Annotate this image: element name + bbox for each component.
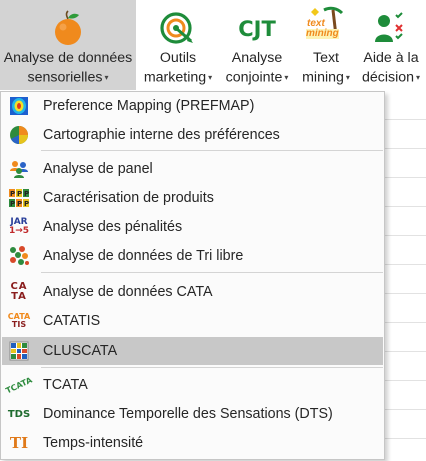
menu-item-label: Temps-intensité xyxy=(43,435,144,451)
orange-fruit-icon xyxy=(53,0,83,46)
sensory-dropdown-menu: Preference Mapping (PREFMAP) Cartographi… xyxy=(0,91,385,460)
cluscata-icon xyxy=(8,340,30,362)
text-mining-label-line1: Text xyxy=(312,50,340,66)
menu-item-label: TCATA xyxy=(43,377,88,393)
menu-item-label: CATATIS xyxy=(43,313,101,329)
grid-line xyxy=(385,148,426,149)
menu-item-label: Analyse de données de Tri libre xyxy=(43,248,244,264)
menu-item-label: Preference Mapping (PREFMAP) xyxy=(43,98,255,114)
grid-line xyxy=(385,119,426,120)
menu-item-internal-mapping[interactable]: Cartographie interne des préférences xyxy=(2,121,383,149)
free-sorting-icon xyxy=(8,245,30,267)
svg-text:P: P xyxy=(10,200,15,208)
menu-item-label: Dominance Temporelle des Sensations (DTS… xyxy=(43,406,333,422)
target-icon xyxy=(160,0,196,46)
grid-line xyxy=(385,293,426,294)
dropdown-caret-icon: ▾ xyxy=(345,73,350,82)
sensory-label-line1: Analyse de données xyxy=(3,50,133,66)
prefmap-icon xyxy=(8,95,30,117)
text-mining-button[interactable]: text mining Text mining ▾ xyxy=(296,0,356,90)
conjoint-label-line1: Analyse xyxy=(231,50,283,66)
spreadsheet-grid xyxy=(385,91,426,461)
decision-person-icon xyxy=(374,0,408,46)
conjoint-label-line2: conjointe xyxy=(225,69,283,86)
menu-item-catatis[interactable]: CATA TIS CATATIS xyxy=(2,307,383,335)
menu-item-cata[interactable]: CA TA Analyse de données CATA xyxy=(2,278,383,306)
cata-icon: CA TA xyxy=(10,281,28,302)
grid-line xyxy=(385,264,426,265)
ti-icon: TI xyxy=(9,434,29,452)
svg-text:P: P xyxy=(17,190,22,198)
menu-separator xyxy=(41,150,383,151)
menu-item-label: Analyse de panel xyxy=(43,161,153,177)
panel-people-icon xyxy=(8,158,30,180)
ribbon-toolbar: Analyse de données sensorielles ▾ Outils … xyxy=(0,0,426,92)
menu-item-label: Cartographie interne des préférences xyxy=(43,127,280,143)
sensory-label-line2: sensorielles xyxy=(27,69,103,86)
menu-item-penalty-analysis[interactable]: JAR 1→5 Analyse des pénalités xyxy=(2,213,383,241)
product-p-icon: P P P P P P xyxy=(8,187,30,209)
dropdown-caret-icon: ▾ xyxy=(416,73,421,82)
menu-item-panel-analysis[interactable]: Analyse de panel xyxy=(2,155,383,183)
menu-item-label: Analyse des pénalités xyxy=(43,219,183,235)
svg-text:P: P xyxy=(24,200,29,208)
marketing-label-line1: Outils xyxy=(159,50,197,66)
decision-support-button[interactable]: Aide à la décision ▾ xyxy=(356,0,426,90)
text-mining-pickaxe-icon: text mining xyxy=(306,0,346,46)
marketing-tools-button[interactable]: Outils marketing ▾ xyxy=(138,0,218,90)
dropdown-caret-icon: ▾ xyxy=(104,73,109,82)
text-mining-label-line2: mining xyxy=(302,69,344,86)
grid-line xyxy=(385,322,426,323)
menu-item-label: CLUSCATA xyxy=(43,343,118,359)
dropdown-caret-icon: ▾ xyxy=(208,73,213,82)
grid-line xyxy=(385,351,426,352)
menu-item-prefmap[interactable]: Preference Mapping (PREFMAP) xyxy=(2,92,383,120)
marketing-label-line2: marketing xyxy=(143,69,207,86)
decision-label-line1: Aide à la xyxy=(363,50,419,66)
cjt-icon: CJT xyxy=(238,17,276,41)
decision-label-line2: décision xyxy=(361,69,415,86)
tcata-icon: TCATA xyxy=(4,375,34,395)
menu-separator xyxy=(41,272,383,273)
grid-line xyxy=(385,380,426,381)
svg-text:P: P xyxy=(10,190,15,198)
menu-item-label: Caractérisation de produits xyxy=(43,190,214,206)
grid-line xyxy=(385,438,426,439)
grid-line xyxy=(385,235,426,236)
menu-item-tcata[interactable]: TCATA TCATA xyxy=(2,371,383,399)
menu-item-cluscata[interactable]: CLUSCATA xyxy=(2,337,383,365)
grid-line xyxy=(385,206,426,207)
tds-icon: TDS xyxy=(7,408,31,420)
menu-separator xyxy=(41,367,383,368)
menu-item-product-characterization[interactable]: P P P P P P Caractérisation de produits xyxy=(2,184,383,212)
conjoint-analysis-button[interactable]: CJT Analyse conjointe ▾ xyxy=(218,0,296,90)
grid-line xyxy=(385,177,426,178)
sensory-analysis-button[interactable]: Analyse de données sensorielles ▾ xyxy=(0,0,136,90)
grid-line xyxy=(385,409,426,410)
menu-item-time-intensity[interactable]: TI Temps-intensité xyxy=(2,429,383,457)
menu-item-dts[interactable]: TDS Dominance Temporelle des Sensations … xyxy=(2,400,383,428)
menu-item-label: Analyse de données CATA xyxy=(43,284,213,300)
jar-penalty-icon: JAR 1→5 xyxy=(8,217,30,236)
dropdown-caret-icon: ▾ xyxy=(284,73,289,82)
svg-text:P: P xyxy=(17,200,22,208)
pie-chart-icon xyxy=(8,124,30,146)
catatis-icon: CATA TIS xyxy=(7,312,31,329)
menu-item-free-sorting[interactable]: Analyse de données de Tri libre xyxy=(2,242,383,270)
svg-text:P: P xyxy=(24,190,29,198)
